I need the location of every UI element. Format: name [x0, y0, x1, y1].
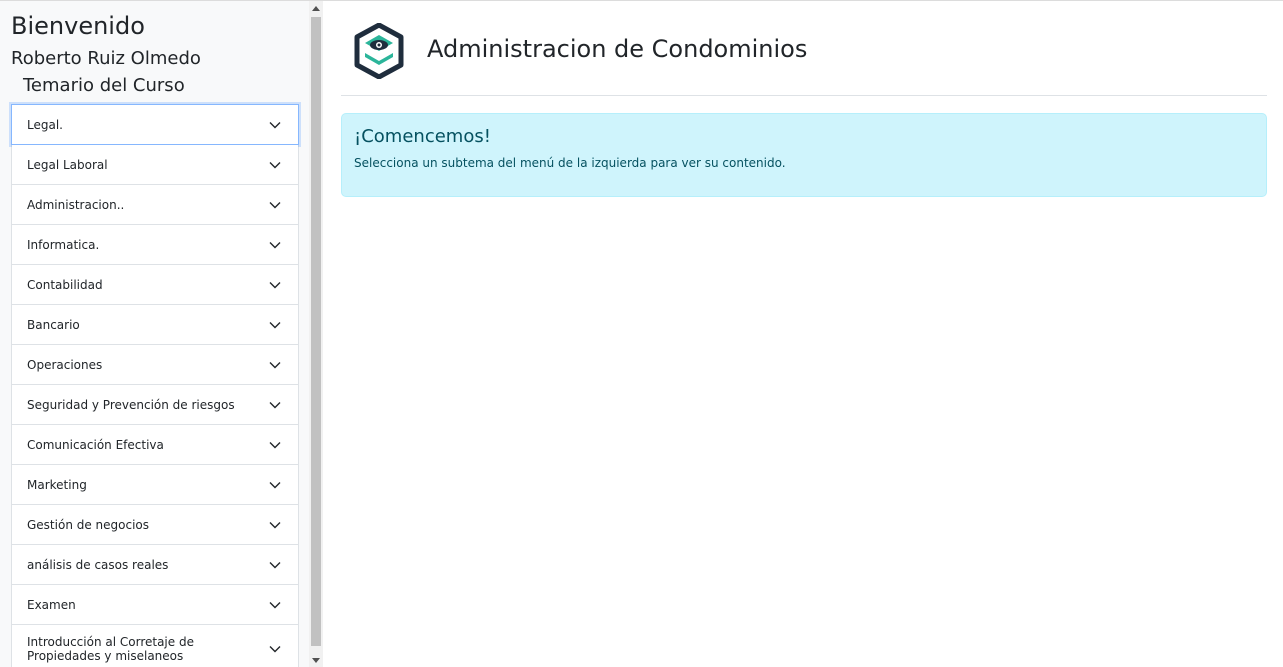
accordion-item-operaciones[interactable]: Operaciones: [12, 345, 298, 385]
chevron-down-icon: [268, 198, 282, 212]
chevron-down-icon: [268, 398, 282, 412]
accordion-item-casos-reales[interactable]: análisis de casos reales: [12, 545, 298, 585]
chevron-down-icon: [268, 278, 282, 292]
course-accordion: Legal. Legal Laboral Administracion.. In…: [11, 104, 299, 667]
accordion-item-gestion[interactable]: Gestión de negocios: [12, 505, 298, 545]
page-title: Administracion de Condominios: [427, 35, 808, 63]
accordion-item-comunicacion[interactable]: Comunicación Efectiva: [12, 425, 298, 465]
chevron-down-icon: [268, 358, 282, 372]
alert-text: Selecciona un subtema del menú de la izq…: [354, 156, 786, 170]
accordion-item-label: Introducción al Corretaje de Propiedades…: [27, 635, 194, 663]
accordion-item-label: Bancario: [27, 317, 80, 332]
accordion-item-label: Legal Laboral: [27, 157, 108, 172]
accordion-item-administracion[interactable]: Administracion..: [12, 185, 298, 225]
accordion-item-contabilidad[interactable]: Contabilidad: [12, 265, 298, 305]
chevron-down-icon: [268, 158, 282, 172]
accordion-item-legal-laboral[interactable]: Legal Laboral: [12, 145, 298, 185]
welcome-heading: Bienvenido: [11, 12, 145, 40]
accordion-item-seguridad[interactable]: Seguridad y Prevención de riesgos: [12, 385, 298, 425]
page: Bienvenido Roberto Ruiz Olmedo Temario d…: [0, 0, 1283, 667]
accordion-item-label: Gestión de negocios: [27, 517, 150, 532]
sidebar: Bienvenido Roberto Ruiz Olmedo Temario d…: [0, 1, 323, 667]
scrollbar-thumb[interactable]: [311, 17, 321, 646]
chevron-down-icon: [268, 642, 282, 656]
chevron-down-icon: [268, 238, 282, 252]
scroll-down-arrow-icon[interactable]: [312, 658, 320, 663]
accordion-item-legal[interactable]: Legal.: [11, 104, 299, 145]
accordion-item-label: Legal.: [27, 117, 63, 132]
accordion-item-label: Administracion..: [27, 197, 125, 212]
condo-logo-icon: [354, 22, 404, 80]
user-name: Roberto Ruiz Olmedo: [11, 48, 201, 69]
scroll-up-arrow-icon[interactable]: [312, 6, 320, 11]
accordion-item-marketing[interactable]: Marketing: [12, 465, 298, 505]
sidebar-scrollbar[interactable]: [309, 1, 323, 667]
chevron-down-icon: [268, 438, 282, 452]
accordion-item-label: Contabilidad: [27, 277, 103, 292]
chevron-down-icon: [268, 318, 282, 332]
accordion-item-examen[interactable]: Examen: [12, 585, 298, 625]
accordion-item-label: Marketing: [27, 477, 87, 492]
accordion-item-corretaje[interactable]: Introducción al Corretaje de Propiedades…: [12, 625, 298, 667]
chevron-down-icon: [268, 598, 282, 612]
accordion-item-informatica[interactable]: Informatica.: [12, 225, 298, 265]
page-header: Administracion de Condominios: [341, 1, 1267, 96]
chevron-down-icon: [268, 518, 282, 532]
chevron-down-icon: [268, 558, 282, 572]
accordion-item-label: Operaciones: [27, 357, 103, 372]
chevron-down-icon: [268, 118, 282, 132]
chevron-down-icon: [268, 478, 282, 492]
accordion-item-label: Seguridad y Prevención de riesgos: [27, 397, 235, 412]
accordion-item-label: Examen: [27, 597, 76, 612]
info-alert: ¡Comencemos! Selecciona un subtema del m…: [341, 113, 1267, 197]
alert-heading: ¡Comencemos!: [354, 126, 491, 147]
course-title: Temario del Curso: [23, 75, 185, 96]
accordion-item-label: Comunicación Efectiva: [27, 437, 164, 452]
main-content: Administracion de Condominios ¡Comencemo…: [341, 1, 1267, 667]
accordion-item-bancario[interactable]: Bancario: [12, 305, 298, 345]
accordion-item-label: análisis de casos reales: [27, 557, 169, 572]
accordion-item-label: Informatica.: [27, 237, 100, 252]
